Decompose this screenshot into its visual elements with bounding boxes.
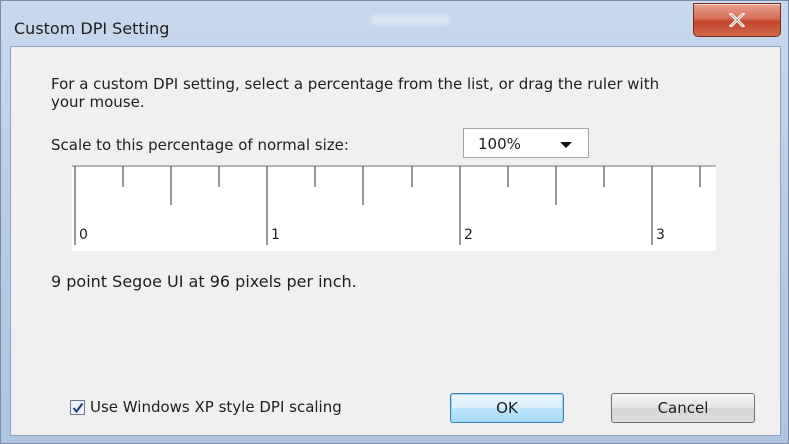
dpi-ruler[interactable]: 0 1 2 3 xyxy=(72,165,716,251)
dialog-description: For a custom DPI setting, select a perce… xyxy=(51,75,660,111)
ruler-number: 1 xyxy=(271,227,280,243)
close-button[interactable] xyxy=(693,3,781,37)
xp-scaling-checkbox[interactable] xyxy=(70,400,85,415)
ruler-ticks xyxy=(72,165,716,245)
scale-percentage-dropdown[interactable]: 100% xyxy=(463,128,589,158)
xp-scaling-label[interactable]: Use Windows XP style DPI scaling xyxy=(90,398,342,416)
close-icon xyxy=(729,13,745,27)
chevron-down-icon xyxy=(560,142,572,148)
ok-button[interactable]: OK xyxy=(450,393,564,423)
ruler-number: 3 xyxy=(656,227,665,243)
cancel-button[interactable]: Cancel xyxy=(611,393,755,423)
font-preview-text: 9 point Segoe UI at 96 pixels per inch. xyxy=(51,272,357,291)
background-window-title xyxy=(371,15,451,25)
window-title: Custom DPI Setting xyxy=(14,19,170,38)
scale-label: Scale to this percentage of normal size: xyxy=(51,136,349,154)
ruler-number: 0 xyxy=(79,227,88,243)
checkmark-icon xyxy=(72,402,84,414)
ruler-number: 2 xyxy=(464,227,473,243)
scale-percentage-value: 100% xyxy=(478,135,521,153)
